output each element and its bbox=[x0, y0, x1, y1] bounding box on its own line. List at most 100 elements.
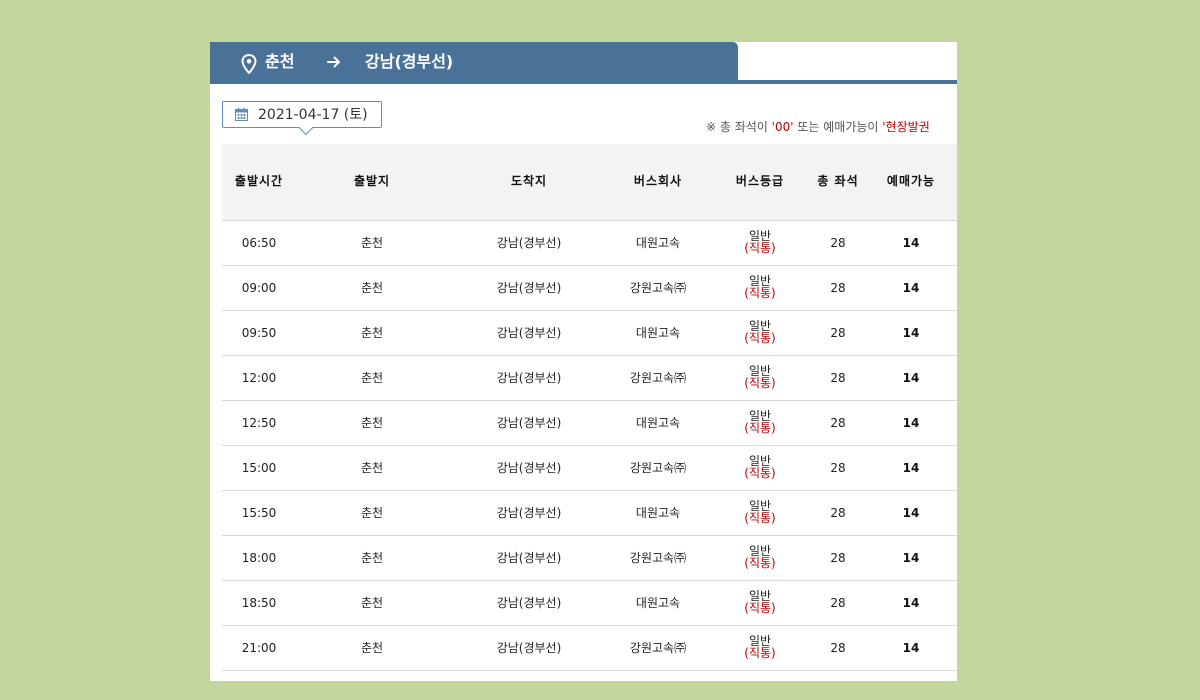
table-row[interactable]: 06:50 춘천 강남(경부선) 대원고속 일반 (직통) 28 14 bbox=[222, 221, 957, 266]
route-origin: 춘천 bbox=[265, 52, 295, 71]
destination: 강남(경부선) bbox=[496, 326, 562, 340]
available-seats: 14 bbox=[902, 461, 920, 475]
table-row[interactable]: 15:00 춘천 강남(경부선) 강원고속㈜ 일반 (직통) 28 14 bbox=[222, 446, 957, 491]
departure-time: 15:50 bbox=[241, 506, 277, 520]
departure-time: 15:00 bbox=[241, 461, 277, 475]
destination: 강남(경부선) bbox=[496, 461, 562, 475]
available-seats: 14 bbox=[902, 371, 920, 385]
total-seats: 28 bbox=[830, 416, 846, 430]
date-selector[interactable]: 2021-04-17 (토) bbox=[222, 101, 382, 128]
grade-sub-label: (직통) bbox=[744, 556, 776, 570]
route-underline bbox=[738, 80, 957, 84]
departure-time: 09:00 bbox=[241, 281, 277, 295]
grade-sub-label: (직통) bbox=[744, 376, 776, 390]
available-seats: 14 bbox=[902, 551, 920, 565]
departure-time: 12:00 bbox=[241, 371, 277, 385]
grade-sub-label: (직통) bbox=[744, 421, 776, 435]
grade-sub-label: (직통) bbox=[744, 286, 776, 300]
table-row[interactable]: 12:00 춘천 강남(경부선) 강원고속㈜ 일반 (직통) 28 14 bbox=[222, 356, 957, 401]
bus-company: 대원고속 bbox=[635, 326, 681, 340]
table-row[interactable]: 09:50 춘천 강남(경부선) 대원고속 일반 (직통) 28 14 bbox=[222, 311, 957, 356]
timetable-panel: 춘천 강남(경부선) 2021-04-17 (토) ※ 총 좌석이 '00' 또… bbox=[210, 42, 957, 681]
departure-time: 09:50 bbox=[241, 326, 277, 340]
origin: 춘천 bbox=[360, 641, 384, 655]
notice-zero: '00' bbox=[771, 120, 794, 134]
header-bus-grade: 버스등급 bbox=[735, 174, 785, 188]
bus-grade: 일반 (직통) bbox=[722, 635, 798, 659]
notice-middle: 또는 예매가능이 bbox=[793, 120, 883, 134]
header-origin: 출발지 bbox=[353, 174, 391, 188]
total-seats: 28 bbox=[830, 641, 846, 655]
table-row[interactable]: 18:00 춘천 강남(경부선) 강원고속㈜ 일반 (직통) 28 14 bbox=[222, 536, 957, 581]
total-seats: 28 bbox=[830, 461, 846, 475]
table-row[interactable]: 12:50 춘천 강남(경부선) 대원고속 일반 (직통) 28 14 bbox=[222, 401, 957, 446]
table-row[interactable]: 15:50 춘천 강남(경부선) 대원고속 일반 (직통) 28 14 bbox=[222, 491, 957, 536]
table-row[interactable]: 18:50 춘천 강남(경부선) 대원고속 일반 (직통) 28 14 bbox=[222, 581, 957, 626]
departure-time: 18:50 bbox=[241, 596, 277, 610]
bus-company: 대원고속 bbox=[635, 596, 681, 610]
bus-grade: 일반 (직통) bbox=[722, 230, 798, 254]
route-header: 춘천 강남(경부선) bbox=[210, 42, 957, 84]
bus-grade: 일반 (직통) bbox=[722, 590, 798, 614]
notice-onsite: '현장발권 bbox=[882, 120, 930, 134]
header-destination: 도착지 bbox=[510, 174, 548, 188]
total-seats: 28 bbox=[830, 281, 846, 295]
available-seats: 14 bbox=[902, 416, 920, 430]
origin: 춘천 bbox=[360, 371, 384, 385]
bus-company: 강원고속㈜ bbox=[629, 551, 687, 565]
grade-sub-label: (직통) bbox=[744, 331, 776, 345]
header-departure-time: 출발시간 bbox=[234, 174, 284, 188]
bus-company: 강원고속㈜ bbox=[629, 461, 687, 475]
bus-grade: 일반 (직통) bbox=[722, 275, 798, 299]
total-seats: 28 bbox=[830, 326, 846, 340]
notice-prefix: ※ 총 좌석이 bbox=[706, 120, 772, 134]
destination: 강남(경부선) bbox=[496, 596, 562, 610]
destination: 강남(경부선) bbox=[496, 416, 562, 430]
header-total-seats: 총 좌석 bbox=[817, 174, 859, 188]
grade-sub-label: (직통) bbox=[744, 601, 776, 615]
available-seats: 14 bbox=[902, 236, 920, 250]
route-destination: 강남(경부선) bbox=[365, 52, 454, 71]
destination: 강남(경부선) bbox=[496, 371, 562, 385]
bus-grade: 일반 (직통) bbox=[722, 455, 798, 479]
departure-time: 06:50 bbox=[241, 236, 277, 250]
grade-sub-label: (직통) bbox=[744, 466, 776, 480]
origin: 춘천 bbox=[360, 281, 384, 295]
bus-company: 대원고속 bbox=[635, 506, 681, 520]
available-seats: 14 bbox=[902, 326, 920, 340]
total-seats: 28 bbox=[830, 551, 846, 565]
origin: 춘천 bbox=[360, 416, 384, 430]
available-seats: 14 bbox=[902, 641, 920, 655]
calendar-icon bbox=[235, 108, 248, 121]
bus-company: 강원고속㈜ bbox=[629, 371, 687, 385]
origin: 춘천 bbox=[360, 461, 384, 475]
table-row[interactable]: 21:00 춘천 강남(경부선) 강원고속㈜ 일반 (직통) 28 14 bbox=[222, 626, 957, 671]
bus-grade: 일반 (직통) bbox=[722, 545, 798, 569]
bus-grade: 일반 (직통) bbox=[722, 320, 798, 344]
origin: 춘천 bbox=[360, 326, 384, 340]
route-tab: 춘천 강남(경부선) bbox=[210, 42, 738, 84]
table-row[interactable]: 09:00 춘천 강남(경부선) 강원고속㈜ 일반 (직통) 28 14 bbox=[222, 266, 957, 311]
header-available: 예매가능 bbox=[886, 174, 936, 188]
bus-company: 대원고속 bbox=[635, 236, 681, 250]
origin: 춘천 bbox=[360, 596, 384, 610]
total-seats: 28 bbox=[830, 236, 846, 250]
available-seats: 14 bbox=[902, 596, 920, 610]
origin: 춘천 bbox=[360, 236, 384, 250]
selected-date: 2021-04-17 (토) bbox=[258, 107, 368, 123]
bus-company: 강원고속㈜ bbox=[629, 641, 687, 655]
origin: 춘천 bbox=[360, 551, 384, 565]
total-seats: 28 bbox=[830, 596, 846, 610]
available-seats: 14 bbox=[902, 506, 920, 520]
bus-grade: 일반 (직통) bbox=[722, 410, 798, 434]
destination: 강남(경부선) bbox=[496, 236, 562, 250]
bus-grade: 일반 (직통) bbox=[722, 500, 798, 524]
arrow-right-icon bbox=[327, 56, 340, 68]
origin: 춘천 bbox=[360, 506, 384, 520]
timetable: 출발시간 출발지 도착지 버스회사 버스등급 총 좌석 예매가능 06:50 춘… bbox=[222, 144, 957, 671]
seat-notice: ※ 총 좌석이 '00' 또는 예매가능이 '현장발권 bbox=[706, 119, 930, 135]
departure-time: 18:00 bbox=[241, 551, 277, 565]
bus-grade: 일반 (직통) bbox=[722, 365, 798, 389]
destination: 강남(경부선) bbox=[496, 551, 562, 565]
grade-sub-label: (직통) bbox=[744, 646, 776, 660]
